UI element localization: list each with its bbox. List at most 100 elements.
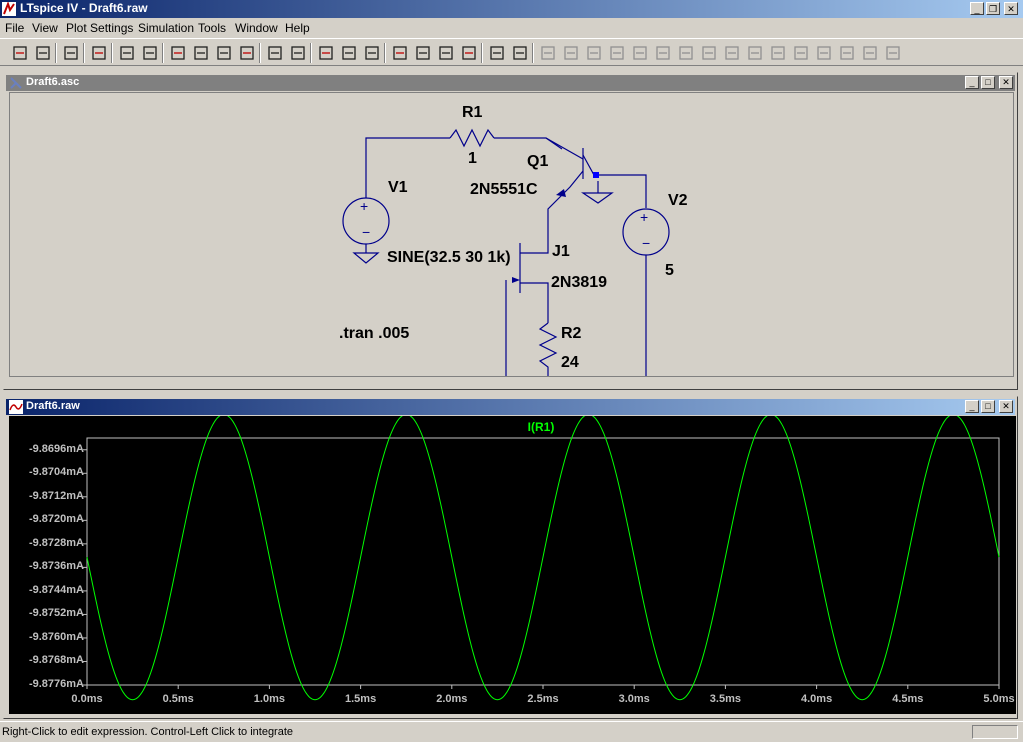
zoom-in-icon[interactable]	[168, 43, 188, 63]
cut-icon[interactable]	[390, 43, 410, 63]
r1-value[interactable]: 1	[468, 150, 477, 168]
find-icon[interactable]	[459, 43, 479, 63]
redo-icon[interactable]	[791, 43, 811, 63]
waveform-title: Draft6.raw	[26, 400, 80, 412]
menu-simulation[interactable]: Simulation	[138, 21, 194, 35]
menu-help[interactable]: Help	[285, 21, 310, 35]
v2-name[interactable]: V2	[668, 192, 688, 210]
toolbar	[0, 38, 1023, 66]
undo-icon[interactable]	[768, 43, 788, 63]
restore-icon[interactable]: ❐	[986, 2, 1000, 15]
j1-model[interactable]: 2N3819	[551, 274, 607, 292]
save-icon[interactable]	[61, 43, 81, 63]
spice-directive[interactable]: .tran .005	[339, 325, 409, 343]
print-icon[interactable]	[510, 43, 530, 63]
wire	[582, 154, 647, 208]
menu-view[interactable]: View	[32, 21, 58, 35]
q1-name[interactable]: Q1	[527, 153, 548, 171]
x-tick-label: 3.0ms	[618, 693, 650, 705]
r2-value[interactable]: 24	[561, 354, 579, 372]
schematic-window[interactable]: Draft6.asc _ □ ✕ + − + − R1 1 Q1 2N5551C…	[3, 72, 1018, 390]
menu-file[interactable]: File	[5, 21, 24, 35]
inductor-icon[interactable]	[653, 43, 673, 63]
tile-horizontal-icon[interactable]	[316, 43, 336, 63]
open-icon[interactable]	[33, 43, 53, 63]
r1-name[interactable]: R1	[462, 104, 482, 122]
svg-text:−: −	[362, 224, 370, 240]
copy-icon[interactable]	[413, 43, 433, 63]
x-tick-label: 2.5ms	[527, 693, 559, 705]
v2-value[interactable]: 5	[665, 262, 674, 280]
r2-name[interactable]: R2	[561, 325, 581, 343]
ground-symbol	[581, 192, 614, 204]
wire	[547, 170, 584, 233]
x-tick-label: 4.5ms	[892, 693, 924, 705]
y-tick-label: -9.8768mA	[28, 654, 84, 667]
halt-icon[interactable]	[140, 43, 160, 63]
label-net-icon[interactable]	[584, 43, 604, 63]
new-schematic-icon[interactable]	[10, 43, 30, 63]
waveform-minimize-icon[interactable]: _	[965, 400, 979, 413]
r1-symbol	[449, 128, 495, 148]
close-icon[interactable]: ✕	[1004, 2, 1018, 15]
v1-value[interactable]: SINE(32.5 30 1k)	[387, 249, 511, 267]
spice-directive-icon[interactable]	[883, 43, 903, 63]
schematic-maximize-icon[interactable]: □	[981, 76, 995, 89]
wire-icon[interactable]	[538, 43, 558, 63]
j1-name[interactable]: J1	[552, 243, 570, 261]
zoom-cancel-icon[interactable]	[237, 43, 257, 63]
waveform-close-icon[interactable]: ✕	[999, 400, 1013, 413]
plot-settings-icon[interactable]	[288, 43, 308, 63]
cascade-icon[interactable]	[339, 43, 359, 63]
zoom-out-icon[interactable]	[214, 43, 234, 63]
r2-symbol	[538, 322, 558, 376]
waveform-doc-icon	[9, 400, 23, 414]
run-icon[interactable]	[117, 43, 137, 63]
paste-icon[interactable]	[436, 43, 456, 63]
menu-window[interactable]: Window	[235, 21, 278, 35]
autorange-icon[interactable]	[265, 43, 285, 63]
zoom-area-icon[interactable]	[191, 43, 211, 63]
tile-vertical-icon[interactable]	[362, 43, 382, 63]
ltspice-app-icon[interactable]	[2, 1, 16, 16]
toolbar-separator	[55, 43, 57, 63]
plot-frame	[86, 437, 1000, 686]
q1-model[interactable]: 2N5551C	[470, 181, 538, 199]
diode-icon[interactable]	[676, 43, 696, 63]
menu-tools[interactable]: Tools	[198, 21, 226, 35]
schematic-titlebar[interactable]: Draft6.asc _ □ ✕	[6, 75, 1015, 91]
x-tick-label: 1.5ms	[344, 693, 377, 705]
resistor-icon[interactable]	[607, 43, 627, 63]
x-tick-label: 4.0ms	[800, 693, 833, 705]
capacitor-icon[interactable]	[630, 43, 650, 63]
schematic-title: Draft6.asc	[26, 76, 80, 88]
minimize-icon[interactable]: _	[970, 2, 984, 15]
control-panel-icon[interactable]	[89, 43, 109, 63]
trace-i-r1	[86, 416, 1000, 701]
v1-name[interactable]: V1	[388, 179, 408, 197]
waveform-maximize-icon[interactable]: □	[981, 400, 995, 413]
mirror-icon[interactable]	[837, 43, 857, 63]
toolbar-separator	[111, 43, 113, 63]
print-setup-icon[interactable]	[487, 43, 507, 63]
component-icon[interactable]	[699, 43, 719, 63]
drag-icon[interactable]	[745, 43, 765, 63]
schematic-canvas[interactable]: + − + − R1 1 Q1 2N5551C V1 SINE(32.5 30 …	[9, 92, 1014, 377]
waveform-titlebar[interactable]: Draft6.raw _ □ ✕	[6, 399, 1015, 415]
toolbar-separator	[481, 43, 483, 63]
app-titlebar: LTspice IV - Draft6.raw _ ❐ ✕	[0, 0, 1023, 18]
ground-symbol	[352, 252, 380, 264]
menu-plot-settings[interactable]: Plot Settings	[66, 21, 133, 35]
ground-icon[interactable]	[561, 43, 581, 63]
schematic-minimize-icon[interactable]: _	[965, 76, 979, 89]
move-icon[interactable]	[722, 43, 742, 63]
y-tick-label: -9.8744mA	[28, 583, 84, 596]
waveform-window[interactable]: Draft6.raw _ □ ✕ I(R1) -9.8696mA -9.8704m…	[3, 396, 1018, 719]
text-icon[interactable]	[860, 43, 880, 63]
schematic-close-icon[interactable]: ✕	[999, 76, 1013, 89]
y-tick-label: -9.8704mA	[28, 466, 84, 479]
circuit-drawing: + − + −	[342, 128, 670, 376]
plot-pane[interactable]: I(R1) -9.8696mA -9.8704mA -9.8712mA -9.8720…	[9, 416, 1016, 714]
wire	[365, 137, 450, 198]
rotate-icon[interactable]	[814, 43, 834, 63]
